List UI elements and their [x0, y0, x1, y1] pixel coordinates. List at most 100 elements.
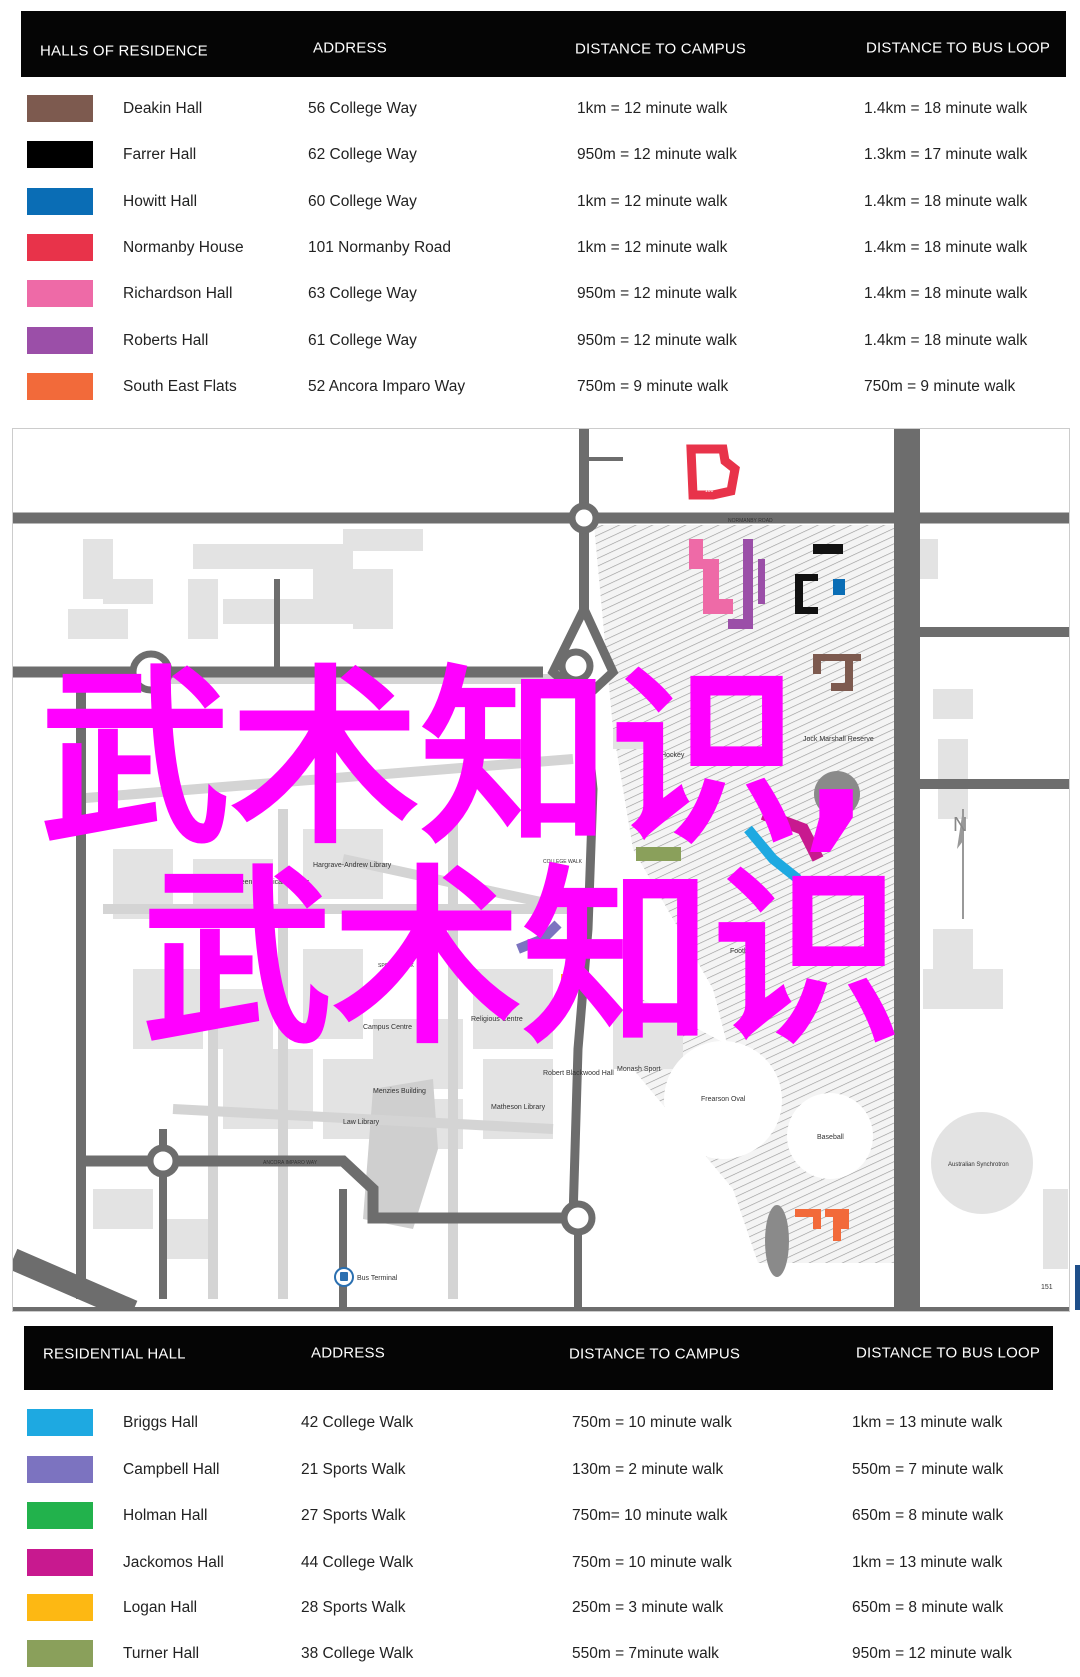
- hall-name: Howitt Hall: [123, 193, 198, 210]
- distance-bus: 650m = 8 minute walk: [852, 1507, 1004, 1524]
- watermark-line-1: 武术知识,: [40, 649, 873, 870]
- distance-campus: 1km = 12 minute walk: [577, 193, 728, 210]
- bus-icon: [334, 1267, 354, 1287]
- distance-bus: 1.4km = 18 minute walk: [864, 239, 1028, 256]
- hall-name: Richardson Hall: [123, 285, 233, 302]
- distance-campus: 750m= 10 minute walk: [572, 1507, 728, 1524]
- distance-bus: 1km = 13 minute walk: [852, 1414, 1003, 1431]
- label-normanby-road: NORMANBY ROAD: [728, 518, 773, 524]
- table-row: Briggs Hall 42 College Walk 750m = 10 minu…: [0, 1408, 1080, 1438]
- color-swatch: [27, 234, 93, 261]
- hall-address: 27 Sports Walk: [301, 1507, 406, 1524]
- hall-address: 44 College Walk: [301, 1554, 414, 1571]
- label-frearson: Frearson Oval: [701, 1096, 746, 1103]
- hall-name: Jackomos Hall: [123, 1554, 224, 1571]
- color-swatch: [27, 141, 93, 168]
- table-row: Richardson Hall 63 College Way 950m = 12 m…: [0, 279, 1080, 309]
- header-distance-bus: DISTANCE TO BUS LOOP: [856, 1344, 1041, 1362]
- bottom-table-header: RESIDENTIAL HALL ADDRESS DISTANCE TO CAM…: [24, 1326, 1053, 1390]
- hall-address: 38 College Walk: [301, 1645, 414, 1662]
- header-halls: HALLS OF RESIDENCE: [40, 42, 208, 60]
- distance-campus: 750m = 10 minute walk: [572, 1554, 732, 1571]
- distance-campus: 750m = 10 minute walk: [572, 1414, 732, 1431]
- distance-bus: 1km = 13 minute walk: [852, 1554, 1003, 1571]
- table-row: Logan Hall 28 Sports Walk 250m = 3 minute …: [0, 1593, 1080, 1623]
- hall-address: 28 Sports Walk: [301, 1599, 406, 1616]
- hall-name: Logan Hall: [123, 1599, 198, 1616]
- hall-address: 21 Sports Walk: [301, 1461, 406, 1478]
- distance-bus: 650m = 8 minute walk: [852, 1599, 1004, 1616]
- hall-address: 52 Ancora Imparo Way: [308, 378, 466, 395]
- color-swatch: [27, 1640, 93, 1667]
- distance-campus: 950m = 12 minute walk: [577, 332, 737, 349]
- hall-address: 62 College Way: [308, 146, 417, 163]
- watermark-line-2: 武术知识: [142, 849, 903, 1070]
- color-swatch: [27, 95, 93, 122]
- label-north: N: [953, 814, 967, 836]
- color-swatch: [27, 327, 93, 354]
- label-rbh: Robert Blackwood Hall: [543, 1070, 614, 1077]
- label-baseball: Baseball: [817, 1134, 844, 1141]
- distance-campus: 750m = 9 minute walk: [577, 378, 729, 395]
- label-101: 101: [705, 488, 714, 494]
- table-row: South East Flats 52 Ancora Imparo Way 750m…: [0, 372, 1080, 402]
- table-row: Normanby House 101 Normanby Road 1km = 12 …: [0, 233, 1080, 263]
- distance-campus: 130m = 2 minute walk: [572, 1461, 724, 1478]
- color-swatch: [27, 1594, 93, 1621]
- color-swatch: [27, 1549, 93, 1576]
- howitt-hall-building: [833, 579, 845, 595]
- top-table-header: HALLS OF RESIDENCE ADDRESS DISTANCE TO C…: [21, 11, 1066, 77]
- hall-name: Turner Hall: [123, 1645, 200, 1662]
- label-ancora: ANCORA IMPARO WAY: [263, 1160, 318, 1166]
- hall-address: 60 College Way: [308, 193, 417, 210]
- table-row: Holman Hall 27 Sports Walk 750m= 10 minute…: [0, 1501, 1080, 1531]
- header-distance-campus: DISTANCE TO CAMPUS: [569, 1345, 741, 1363]
- distance-bus: 1.4km = 18 minute walk: [864, 332, 1028, 349]
- hall-address: 61 College Way: [308, 332, 417, 349]
- table-row: Campbell Hall 21 Sports Walk 130m = 2 minu…: [0, 1455, 1080, 1485]
- table-row: Turner Hall 38 College Walk 550m = 7minute…: [0, 1639, 1080, 1669]
- distance-campus: 950m = 12 minute walk: [577, 146, 737, 163]
- distance-campus: 550m = 7minute walk: [572, 1645, 719, 1662]
- distance-bus: 1.3km = 17 minute walk: [864, 146, 1028, 163]
- distance-bus: 1.4km = 18 minute walk: [864, 285, 1028, 302]
- distance-bus: 550m = 7 minute walk: [852, 1461, 1004, 1478]
- header-residential-hall: RESIDENTIAL HALL: [43, 1345, 186, 1363]
- label-bus-terminal: Bus Terminal: [357, 1275, 398, 1282]
- hall-name: Briggs Hall: [123, 1414, 198, 1431]
- distance-bus: 950m = 12 minute walk: [852, 1645, 1012, 1662]
- distance-bus: 1.4km = 18 minute walk: [864, 100, 1028, 117]
- table-row: Deakin Hall 56 College Way 1km = 12 minute…: [0, 94, 1080, 124]
- hall-address: 63 College Way: [308, 285, 417, 302]
- distance-campus: 1km = 12 minute walk: [577, 100, 728, 117]
- distance-campus: 250m = 3 minute walk: [572, 1599, 724, 1616]
- distance-bus: 750m = 9 minute walk: [864, 378, 1016, 395]
- header-distance-campus: DISTANCE TO CAMPUS: [575, 40, 747, 58]
- color-swatch: [27, 1502, 93, 1529]
- header-address: ADDRESS: [311, 1344, 385, 1362]
- hall-name: Farrer Hall: [123, 146, 197, 163]
- table-row: Jackomos Hall 44 College Walk 750m = 10 mi…: [0, 1548, 1080, 1578]
- table-row: Roberts Hall 61 College Way 950m = 12 minu…: [0, 326, 1080, 356]
- color-swatch: [27, 188, 93, 215]
- label-law: Law Library: [343, 1119, 380, 1126]
- edge-blue-marker: [1075, 1265, 1080, 1310]
- farrer-hall-building: [813, 544, 843, 554]
- label-matheson: Matheson Library: [491, 1104, 546, 1111]
- header-address: ADDRESS: [313, 39, 387, 57]
- distance-bus: 1.4km = 18 minute walk: [864, 193, 1028, 210]
- color-swatch: [27, 1456, 93, 1483]
- distance-campus: 950m = 12 minute walk: [577, 285, 737, 302]
- hall-name: Normanby House: [123, 239, 244, 256]
- hall-name: Roberts Hall: [123, 332, 209, 349]
- hall-name: Deakin Hall: [123, 100, 203, 117]
- color-swatch: [27, 1409, 93, 1436]
- label-synchrotron: Australian Synchrotron: [948, 1162, 1009, 1168]
- header-distance-bus: DISTANCE TO BUS LOOP: [866, 39, 1051, 57]
- label-page: 151: [1041, 1284, 1053, 1291]
- hall-name: South East Flats: [123, 378, 237, 395]
- hall-name: Holman Hall: [123, 1507, 208, 1524]
- hall-address: 101 Normanby Road: [308, 239, 452, 256]
- label-menzies: Menzies Building: [373, 1088, 426, 1095]
- hall-name: Campbell Hall: [123, 1461, 220, 1478]
